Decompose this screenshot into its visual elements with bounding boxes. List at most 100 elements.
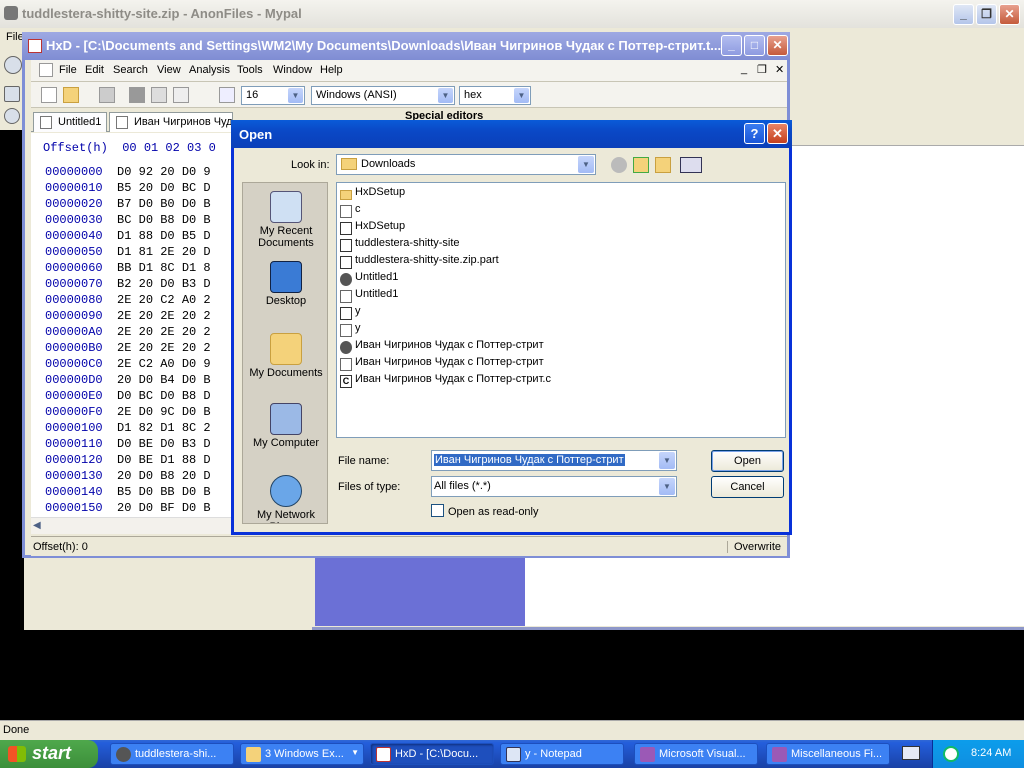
save-icon[interactable] <box>99 87 115 103</box>
task-windows-explorer[interactable]: 3 Windows Ex... ▼ <box>240 743 364 765</box>
browser-menu-file[interactable]: File <box>0 28 24 48</box>
hex-bytes[interactable]: D0 92 20 D0 9 <box>117 165 211 179</box>
hex-row[interactable]: 00000080 2E 20 C2 A0 2 <box>45 293 211 307</box>
minimize-button[interactable]: _ <box>721 35 742 56</box>
hex-row[interactable]: 000000A0 2E 20 2E 20 2 <box>45 325 211 339</box>
mdi-restore-button[interactable]: ❐ <box>757 63 767 76</box>
bytes-per-row-select[interactable]: 16 ▼ <box>241 86 305 105</box>
hex-row[interactable]: 000000E0 D0 BC D0 B8 D <box>45 389 211 403</box>
file-list-item[interactable]: Иван Чигринов Чудак с Поттер-стрит <box>339 339 544 356</box>
mdi-minimize-button[interactable]: _ <box>741 63 747 75</box>
task-notepad[interactable]: y - Notepad <box>500 743 624 765</box>
hex-bytes[interactable]: 2E 20 2E 20 2 <box>117 325 211 339</box>
task-visual-studio[interactable]: Microsoft Visual... <box>634 743 758 765</box>
hex-row[interactable]: 00000020 B7 D0 B0 D0 B <box>45 197 211 211</box>
hex-bytes[interactable]: 2E 20 C2 A0 2 <box>117 293 211 307</box>
hex-row[interactable]: 00000040 D1 88 D0 B5 D <box>45 229 211 243</box>
hex-bytes[interactable]: B2 20 D0 B3 D <box>117 277 211 291</box>
tab-current-file[interactable]: Иван Чигринов Чуда <box>109 112 233 132</box>
up-folder-icon[interactable] <box>633 157 649 173</box>
hex-row[interactable]: 00000120 D0 BE D1 88 D <box>45 453 211 467</box>
hex-bytes[interactable]: D0 BC D0 B8 D <box>117 389 211 403</box>
menu-window[interactable]: Window <box>273 64 312 76</box>
hex-row[interactable]: 00000100 D1 82 D1 8C 2 <box>45 421 211 435</box>
open-folder-icon[interactable] <box>63 87 79 103</box>
browser-titlebar[interactable]: tuddlestera-shitty-site.zip - AnonFiles … <box>0 0 1024 28</box>
minimize-button[interactable]: _ <box>953 4 974 25</box>
new-file-icon[interactable] <box>41 87 57 103</box>
place-my-network-places[interactable]: My Network Places <box>243 475 329 523</box>
maximize-button[interactable]: ❐ <box>976 4 997 25</box>
hex-bytes[interactable]: D1 81 2E 20 D <box>117 245 211 259</box>
file-list-item[interactable]: tuddlestera-shitty-site <box>339 237 460 254</box>
hex-bytes[interactable]: 2E C2 A0 D0 9 <box>117 357 211 371</box>
task-hxd[interactable]: HxD - [C:\Docu... <box>370 743 494 765</box>
hex-row[interactable]: 000000C0 2E C2 A0 D0 9 <box>45 357 211 371</box>
tray-app-icon[interactable] <box>943 746 959 762</box>
hex-bytes[interactable]: 20 D0 BF D0 B <box>117 501 211 515</box>
view-menu-icon[interactable] <box>680 157 702 173</box>
file-list-item[interactable]: Иван Чигринов Чудак с Поттер-стрит <box>339 356 544 373</box>
tab-untitled1[interactable]: Untitled1 <box>33 112 107 132</box>
close-button[interactable]: ✕ <box>767 123 788 144</box>
close-button[interactable]: ✕ <box>999 4 1020 25</box>
cancel-button[interactable]: Cancel <box>711 476 784 498</box>
hex-bytes[interactable]: D1 88 D0 B5 D <box>117 229 211 243</box>
file-list-item[interactable]: y <box>339 305 361 322</box>
menu-tools[interactable]: Tools <box>237 64 263 76</box>
menu-search[interactable]: Search <box>113 64 148 76</box>
hex-bytes[interactable]: BC D0 B8 D0 B <box>117 213 211 227</box>
file-list-item[interactable]: tuddlestera-shitty-site.zip.part <box>339 254 499 271</box>
hex-bytes[interactable]: BB D1 8C D1 8 <box>117 261 211 275</box>
place-my-computer[interactable]: My Computer <box>243 403 329 449</box>
back-icon[interactable] <box>611 157 627 173</box>
hxd-titlebar[interactable]: HxD - [C:\Documents and Settings\WM2\My … <box>22 32 790 60</box>
keyboard-icon[interactable] <box>902 746 920 760</box>
file-list-item[interactable]: C Иван Чигринов Чудак с Поттер-стрит.c <box>339 373 551 390</box>
stop-icon[interactable] <box>129 87 145 103</box>
hex-bytes[interactable]: 2E 20 2E 20 2 <box>117 309 211 323</box>
hex-row[interactable]: 00000140 B5 D0 BB D0 B <box>45 485 211 499</box>
hex-row[interactable]: 00000060 BB D1 8C D1 8 <box>45 261 211 275</box>
task-miscellaneous-files[interactable]: Miscellaneous Fi... <box>766 743 890 765</box>
file-list-item[interactable]: y <box>339 322 361 339</box>
hex-row[interactable]: 00000070 B2 20 D0 B3 D <box>45 277 211 291</box>
file-list-item[interactable]: HxDSetup <box>339 186 405 203</box>
place-my-documents[interactable]: My Documents <box>243 333 329 379</box>
help-button[interactable]: ? <box>744 123 765 144</box>
offset-base-select[interactable]: hex ▼ <box>459 86 531 105</box>
hex-bytes[interactable]: B7 D0 B0 D0 B <box>117 197 211 211</box>
hex-row[interactable]: 000000F0 2E D0 9C D0 B <box>45 405 211 419</box>
menu-view[interactable]: View <box>157 64 181 76</box>
hex-bytes[interactable]: 20 D0 B4 D0 B <box>117 373 211 387</box>
hex-row[interactable]: 00000050 D1 81 2E 20 D <box>45 245 211 259</box>
export-icon[interactable] <box>173 87 189 103</box>
hex-row[interactable]: 00000000 D0 92 20 D0 9 <box>45 165 211 179</box>
file-name-input[interactable]: Иван Чигринов Чудак с Поттер-стрит ▼ <box>431 450 677 471</box>
dialog-titlebar[interactable]: Open ? ✕ <box>231 120 792 148</box>
files-of-type-select[interactable]: All files (*.*) ▼ <box>431 476 677 497</box>
menu-analysis[interactable]: Analysis <box>189 64 230 76</box>
horizontal-scrollbar[interactable]: ◀ <box>31 517 241 534</box>
place-my-recent-documents[interactable]: My Recent Documents <box>243 191 329 249</box>
back-icon[interactable] <box>4 56 22 74</box>
menu-file[interactable]: File <box>59 64 77 76</box>
hex-bytes[interactable]: B5 D0 BB D0 B <box>117 485 211 499</box>
new-folder-icon[interactable] <box>655 157 671 173</box>
hex-row[interactable]: 00000130 20 D0 B8 20 D <box>45 469 211 483</box>
charset-select[interactable]: Windows (ANSI) ▼ <box>311 86 455 105</box>
search-icon[interactable] <box>4 86 20 102</box>
place-desktop[interactable]: Desktop <box>243 261 329 307</box>
home-icon[interactable] <box>4 108 20 124</box>
hex-row[interactable]: 00000090 2E 20 2E 20 2 <box>45 309 211 323</box>
file-list-item[interactable]: c <box>339 203 361 220</box>
maximize-button[interactable]: □ <box>744 35 765 56</box>
hex-bytes[interactable]: D0 BE D0 B3 D <box>117 437 211 451</box>
hex-row[interactable]: 000000B0 2E 20 2E 20 2 <box>45 341 211 355</box>
start-button[interactable]: start <box>0 740 98 768</box>
hex-row[interactable]: 000000D0 20 D0 B4 D0 B <box>45 373 211 387</box>
look-in-select[interactable]: Downloads ▼ <box>336 154 596 175</box>
hex-editor-pane[interactable]: Offset(h) 00 01 02 03 0 00000000 D0 92 2… <box>31 133 241 529</box>
hex-bytes[interactable]: D0 BE D1 88 D <box>117 453 211 467</box>
file-list-item[interactable]: Untitled1 <box>339 288 398 305</box>
